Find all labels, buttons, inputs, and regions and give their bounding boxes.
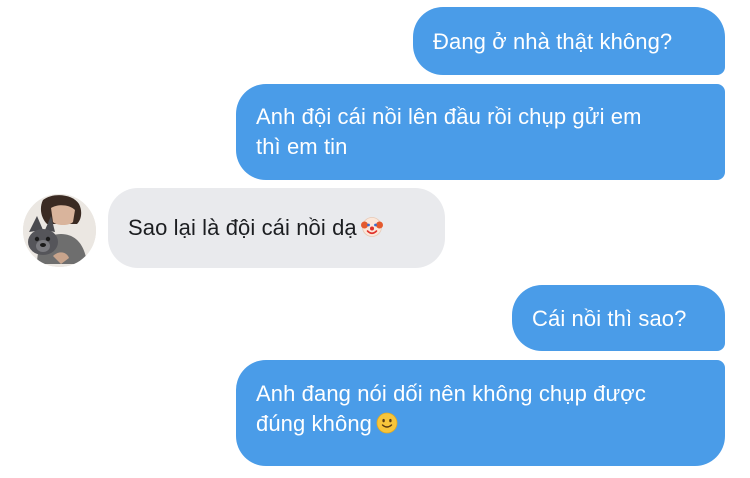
incoming-message-bubble[interactable]: Sao lại là đội cái nồi dạ: [108, 188, 445, 268]
clown-face-icon: [360, 216, 383, 238]
message-text: Anh đang nói dối nên không chụp được: [256, 381, 646, 406]
message-text: đúng không: [256, 411, 372, 436]
outgoing-message-bubble[interactable]: Anh đội cái nồi lên đầu rồi chụp gửi em …: [236, 84, 725, 180]
person-with-dog-avatar: [23, 194, 96, 267]
message-text: Sao lại là đội cái nồi dạ: [128, 215, 357, 240]
message-text: Cái nồi thì sao?: [532, 306, 687, 331]
message-text: Anh đội cái nồi lên đầu rồi chụp gửi em: [256, 104, 642, 129]
slightly-smiling-face-icon: [376, 412, 398, 434]
outgoing-message-bubble[interactable]: Anh đang nói dối nên không chụp được đún…: [236, 360, 725, 466]
outgoing-message-bubble[interactable]: Đang ở nhà thật không?: [413, 7, 725, 75]
message-text: Đang ở nhà thật không?: [433, 29, 673, 54]
message-text: thì em tin: [256, 134, 348, 159]
outgoing-message-bubble[interactable]: Cái nồi thì sao?: [512, 285, 725, 351]
contact-avatar[interactable]: [23, 194, 96, 267]
